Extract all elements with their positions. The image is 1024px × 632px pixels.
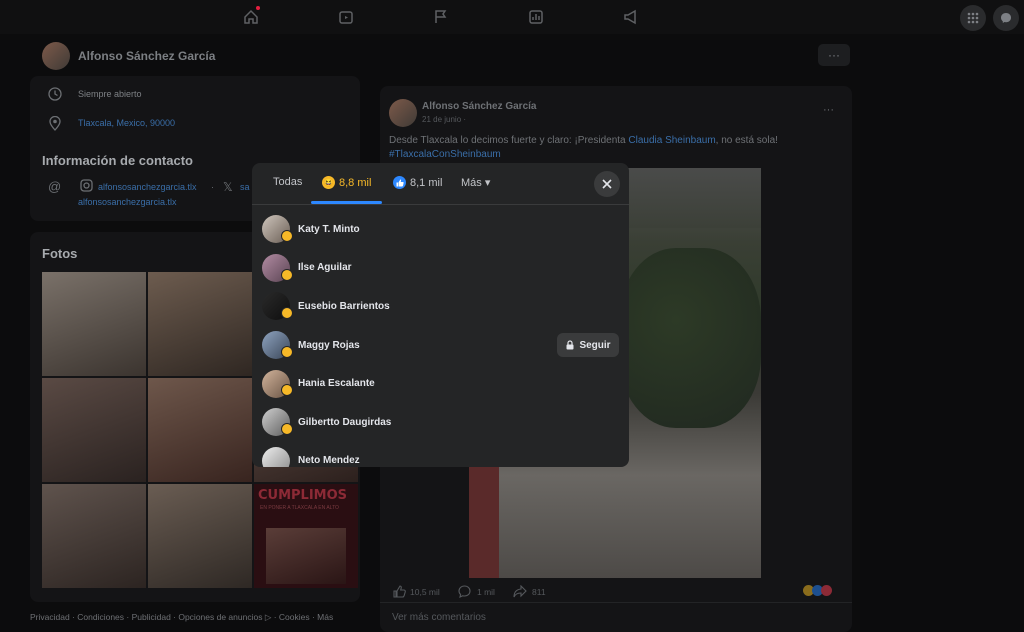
contact-info-title: Información de contacto [42, 153, 193, 168]
tab-haha[interactable]: 😆 8,8 mil [322, 176, 371, 189]
haha-emoji-icon [281, 268, 293, 281]
haha-emoji-icon [281, 422, 293, 435]
location-pin-icon [49, 115, 61, 136]
close-icon[interactable] [594, 171, 620, 197]
reactors-list: Katy T. Minto Ilse Aguilar Eusebio Barri… [252, 210, 629, 467]
home-icon[interactable] [241, 7, 261, 27]
post-author-avatar[interactable] [389, 99, 417, 127]
photos-title: Fotos [42, 246, 78, 261]
share-icon[interactable] [513, 584, 527, 603]
tab-more-dropdown[interactable]: Más ▾ [461, 176, 490, 189]
menu-grid-icon[interactable] [960, 5, 986, 31]
haha-emoji-icon [281, 345, 293, 358]
person-name[interactable]: Eusebio Barrientos [298, 301, 390, 312]
like-icon[interactable] [393, 585, 406, 603]
tab-all[interactable]: Todas [273, 176, 302, 188]
website-link[interactable]: alfonsosanchezgarcia.tlx [78, 197, 177, 207]
messenger-icon[interactable] [993, 5, 1019, 31]
post-date[interactable]: 21 de junio · [422, 115, 466, 124]
list-item[interactable]: Katy T. Minto [252, 210, 629, 249]
photo-thumbnail[interactable] [148, 484, 252, 588]
person-name[interactable]: Neto Mendez [298, 455, 360, 466]
reaction-tabs: Todas 😆 8,8 mil 8,1 mil Más ▾ [252, 163, 629, 205]
haha-emoji-icon [281, 307, 293, 320]
x-handle-link[interactable]: sa [240, 182, 250, 192]
list-item[interactable]: Gilbertto Daugirdas [252, 403, 629, 442]
email-at-icon: @ [48, 179, 62, 194]
like-icon [393, 176, 406, 189]
follow-button[interactable]: Seguir [557, 333, 619, 358]
photo-thumbnail-poster[interactable]: CUMPLIMOS EN PONER A TLAXCALA EN ALTO [254, 484, 358, 588]
tab-all-label: Todas [273, 176, 303, 188]
list-item[interactable]: Eusebio Barrientos [252, 287, 629, 326]
more-options-button[interactable]: ··· [818, 44, 850, 66]
photo-thumbnail[interactable] [148, 272, 252, 376]
list-item[interactable]: Maggy Rojas Seguir [252, 326, 629, 365]
post-text: Desde Tlaxcala lo decimos fuerte y claro… [389, 134, 844, 162]
post-text-before: Desde Tlaxcala lo decimos fuerte y claro… [389, 135, 629, 146]
poster-title: CUMPLIMOS [258, 488, 348, 503]
list-item[interactable]: Ilse Aguilar [252, 249, 629, 288]
poster-subtitle: EN PONER A TLAXCALA EN ALTO [260, 505, 339, 511]
address-link[interactable]: Tlaxcala, Mexico, 90000 [78, 118, 175, 128]
profile-avatar[interactable] [42, 42, 70, 70]
more-comments-link[interactable]: Ver más comentarios [392, 612, 486, 623]
clock-icon [48, 87, 62, 106]
top-navigation-bar [0, 0, 1024, 34]
post-hashtag-link[interactable]: #TlaxcalaConSheinbaum [389, 149, 501, 160]
share-count[interactable]: 811 [532, 587, 546, 597]
like-count[interactable]: 10,5 mil [410, 587, 440, 597]
reaction-summary-icons[interactable] [803, 585, 832, 596]
tab-more-label: Más ▾ [461, 177, 491, 189]
post-author-name[interactable]: Alfonso Sánchez García [422, 101, 536, 112]
hours-text: Siempre abierto [78, 89, 142, 99]
post-more-button[interactable]: ··· [823, 104, 834, 116]
photo-thumbnail[interactable] [42, 484, 146, 588]
list-item[interactable]: Neto Mendez [252, 442, 629, 467]
lock-icon [566, 340, 574, 350]
photo-thumbnail[interactable] [148, 378, 252, 482]
video-icon[interactable] [336, 7, 356, 27]
profile-name[interactable]: Alfonso Sánchez García [78, 49, 215, 63]
chart-icon[interactable] [526, 7, 546, 27]
person-name[interactable]: Katy T. Minto [298, 224, 360, 235]
instagram-link[interactable]: alfonsosanchezgarcia.tlx [98, 182, 197, 192]
photo-thumbnail[interactable] [42, 378, 146, 482]
love-reaction-icon [821, 585, 832, 596]
megaphone-icon[interactable] [621, 7, 641, 27]
tab-haha-count: 8,8 mil [339, 176, 372, 189]
person-name[interactable]: Maggy Rojas [298, 340, 360, 351]
person-name[interactable]: Hania Escalante [298, 378, 375, 389]
follow-button-label: Seguir [579, 339, 611, 351]
haha-emoji-icon [281, 384, 293, 397]
post-text-after: , no está sola! [715, 135, 778, 146]
footer-links[interactable]: Privacidad · Condiciones · Publicidad · … [30, 612, 333, 623]
list-item[interactable]: Hania Escalante [252, 364, 629, 403]
haha-emoji-icon: 😆 [322, 176, 335, 189]
contact-separator: · [211, 182, 214, 192]
flag-icon[interactable] [431, 7, 451, 27]
notification-dot [256, 6, 260, 10]
reactions-dialog: Todas 😆 8,8 mil 8,1 mil Más ▾ Katy T. Mi… [252, 163, 629, 467]
photo-trees [619, 248, 761, 428]
poster-image [266, 528, 346, 584]
photo-building [469, 458, 499, 578]
x-twitter-icon: 𝕏 [223, 180, 233, 194]
person-name[interactable]: Gilbertto Daugirdas [298, 417, 391, 428]
haha-emoji-icon [281, 230, 293, 242]
post-mention-link[interactable]: Claudia Sheinbaum [628, 135, 715, 146]
avatar[interactable] [262, 446, 290, 467]
instagram-icon [80, 179, 93, 197]
tab-like-count: 8,1 mil [410, 176, 443, 189]
post-divider [380, 602, 852, 603]
profile-header: Alfonso Sánchez García ··· [0, 34, 1024, 76]
tab-like[interactable]: 8,1 mil [393, 176, 442, 189]
tabs-divider [252, 204, 629, 205]
comment-count[interactable]: 1 mil [477, 587, 495, 597]
photo-thumbnail[interactable] [42, 272, 146, 376]
comment-icon[interactable] [458, 585, 471, 603]
person-name[interactable]: Ilse Aguilar [298, 262, 352, 273]
